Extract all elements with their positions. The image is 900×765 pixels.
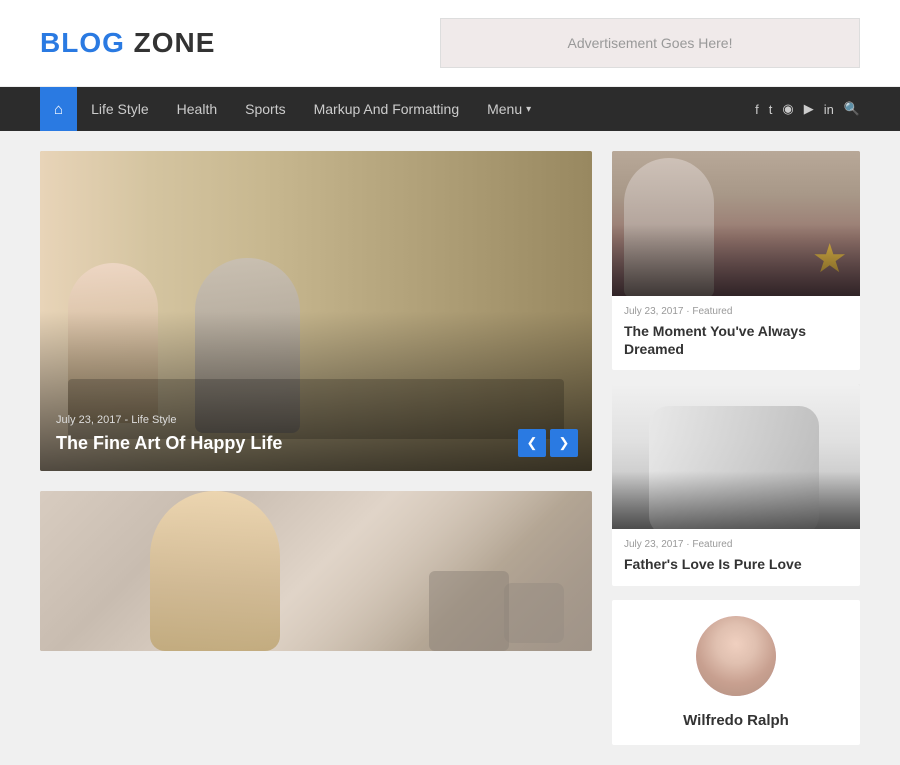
right-card-2[interactable]: July 23, 2017 · Featured Father's Love I… [612,384,860,585]
right-card-1-image: ★ [612,151,860,296]
youtube-icon[interactable]: ▶ [804,101,814,117]
nav-item-sports[interactable]: Sports [231,87,299,131]
slider-controls: ❮ ❯ [518,429,578,457]
bottom-card-image [40,491,592,651]
slider-next-button[interactable]: ❯ [550,429,578,457]
bottom-left-card[interactable] [40,491,592,651]
main-content: July 23, 2017 - Life Style The Fine Art … [0,131,900,765]
right-card-1-title: The Moment You've Always Dreamed [624,322,848,358]
search-icon[interactable]: 🔍 [844,101,860,117]
right-card-2-caption: July 23, 2017 · Featured Father's Love I… [612,529,860,585]
nav-home-button[interactable]: ⌂ [40,87,77,131]
author-avatar [696,616,776,696]
author-name: Wilfredo Ralph [683,712,789,729]
author-widget: Wilfredo Ralph [612,600,860,745]
featured-meta: July 23, 2017 - Life Style [56,414,576,426]
featured-slider: July 23, 2017 - Life Style The Fine Art … [40,151,592,471]
twitter-icon[interactable]: t [769,102,773,117]
featured-title: The Fine Art Of Happy Life [56,432,576,455]
right-card-1-meta: July 23, 2017 · Featured [624,306,848,317]
right-card-1-caption: July 23, 2017 · Featured The Moment You'… [612,296,860,370]
linkedin-icon[interactable]: in [824,102,834,117]
nav-left: ⌂ Life Style Health Sports Markup And Fo… [40,87,545,131]
instagram-icon[interactable]: ◉ [782,101,793,117]
site-header: BLOG ZONE Advertisement Goes Here! [0,0,900,87]
logo-blog: BLOG [40,27,125,58]
right-card-1[interactable]: ★ July 23, 2017 · Featured The Moment Yo… [612,151,860,370]
nav-item-health[interactable]: Health [163,87,231,131]
left-column: July 23, 2017 - Life Style The Fine Art … [40,151,592,745]
nav-right: f t ◉ ▶ in 🔍 [755,101,860,117]
right-card-2-meta: July 23, 2017 · Featured [624,539,848,550]
author-avatar-image [696,616,776,696]
right-card-2-image [612,384,860,529]
nav-item-markup[interactable]: Markup And Formatting [300,87,474,131]
nav-item-lifestyle[interactable]: Life Style [77,87,163,131]
logo-zone: ZONE [125,27,216,58]
facebook-icon[interactable]: f [755,102,759,117]
site-logo[interactable]: BLOG ZONE [40,27,215,59]
main-navbar: ⌂ Life Style Health Sports Markup And Fo… [0,87,900,131]
ad-banner: Advertisement Goes Here! [440,18,860,68]
slider-prev-button[interactable]: ❮ [518,429,546,457]
nav-menu-dropdown[interactable]: Menu [473,87,545,131]
slider-caption: July 23, 2017 - Life Style The Fine Art … [40,398,592,471]
right-column: ★ July 23, 2017 · Featured The Moment Yo… [612,151,860,745]
right-card-2-title: Father's Love Is Pure Love [624,555,848,573]
